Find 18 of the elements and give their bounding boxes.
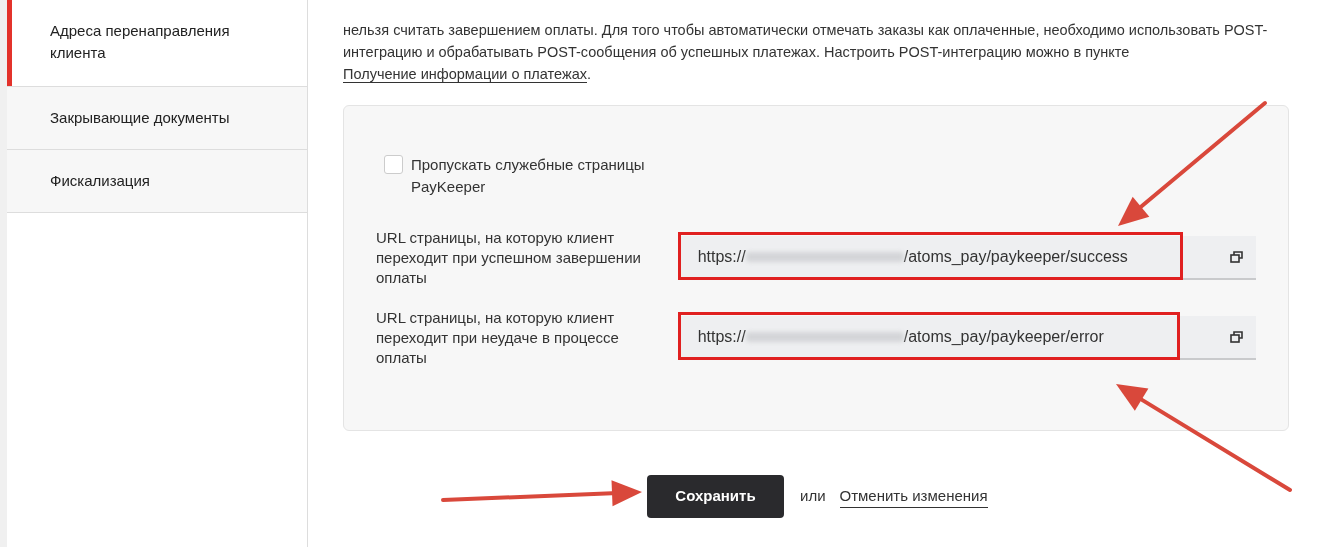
save-button[interactable]: Сохранить xyxy=(647,475,784,518)
checkbox[interactable] xyxy=(384,155,403,174)
field-label: URL страницы, на которую клиент переходит при неудаче в процессе оплаты xyxy=(376,308,620,368)
url-prefix: https:// xyxy=(697,247,746,267)
payments-info-link[interactable]: Получение информации о платежах xyxy=(343,66,587,83)
copy-icon[interactable] xyxy=(1230,251,1244,263)
sidebar-item[interactable]: Адреса перенаправления клиента xyxy=(7,0,308,86)
checkbox-label: Пропускать служебные страницы PayKeeper xyxy=(411,155,646,197)
field-label: URL страницы, на которую клиент переходит при успешном завершении оплаты xyxy=(376,228,642,288)
url-suffix: /atoms_pay/paykeeper/success xyxy=(903,247,1128,267)
notice-text: нельзя считать завершением оплаты. Для того чтобы автоматически отмечать заказы как оплаченные, необходимо использовать POST-интеграцию и обрабатывать POST-сообщения об успешных платежах. Настроить POST-интеграцию можно в пункте Получение информации о платежах. xyxy=(343,21,1269,85)
url-prefix: https:// xyxy=(697,327,746,347)
copy-icon[interactable] xyxy=(1230,331,1244,343)
sidebar-item[interactable]: Закрывающие документы xyxy=(7,86,308,149)
url-suffix: /atoms_pay/paykeeper/error xyxy=(903,327,1104,347)
cancel-link[interactable]: Отменить изменения xyxy=(839,484,988,509)
or-text: или xyxy=(800,486,826,507)
sidebar-item[interactable]: Фискализация xyxy=(7,149,308,212)
